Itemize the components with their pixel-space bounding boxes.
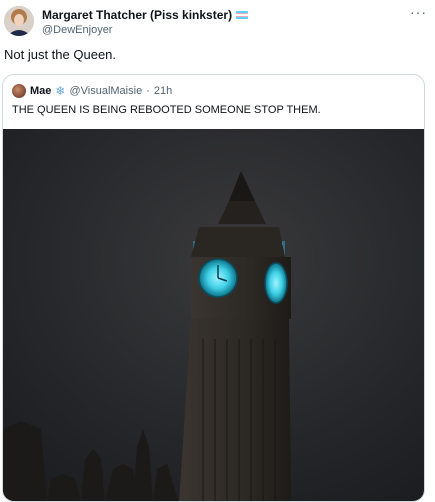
clock-face-right — [264, 262, 288, 304]
author-row: Margaret Thatcher (Piss kinkster) — [42, 8, 249, 22]
quoted-tweet[interactable]: Mae ❄ @VisualMaisie · 21h THE QUEEN IS B… — [2, 74, 425, 502]
snowflake-icon: ❄ — [55, 84, 66, 98]
tweet: Margaret Thatcher (Piss kinkster) @DewEn… — [0, 0, 435, 502]
separator-dot: · — [146, 85, 150, 97]
quoted-handle[interactable]: @VisualMaisie — [69, 85, 142, 97]
handle[interactable]: @DewEnjoyer — [42, 24, 112, 36]
quoted-avatar[interactable] — [12, 84, 26, 98]
tweet-text: Not just the Queen. — [4, 47, 117, 62]
quoted-text: THE QUEEN IS BEING REBOOTED SOMEONE STOP… — [12, 104, 321, 116]
avatar[interactable] — [4, 6, 34, 36]
avatar-image — [4, 6, 34, 36]
quoted-author-row: Mae ❄ @VisualMaisie · 21h — [12, 84, 172, 98]
quoted-photo[interactable] — [3, 129, 425, 502]
clock-face-left — [198, 258, 238, 298]
trans-flag-icon — [236, 11, 249, 19]
more-options-button[interactable]: ··· — [410, 4, 427, 20]
quoted-display-name[interactable]: Mae — [30, 85, 51, 97]
display-name[interactable]: Margaret Thatcher (Piss kinkster) — [42, 8, 232, 22]
quoted-time[interactable]: 21h — [154, 85, 172, 97]
